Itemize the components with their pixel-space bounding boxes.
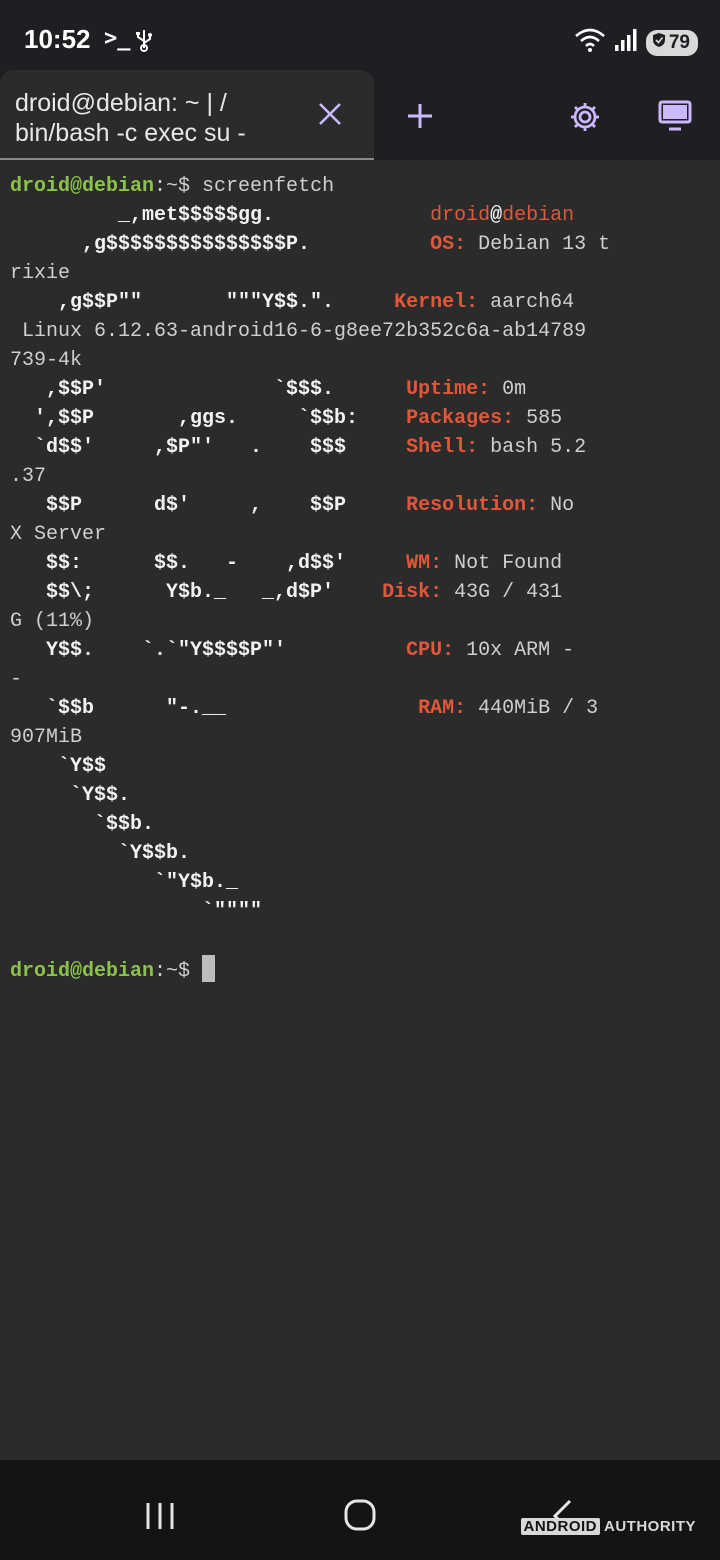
info-label: OS: [430, 233, 467, 256]
info-label: RAM: [418, 697, 467, 720]
status-time: 10:52 [24, 24, 91, 54]
prompt-user: droid@debian [10, 960, 155, 983]
info-wrap: .37 [10, 465, 47, 488]
info-value: aarch64 [478, 291, 575, 314]
info-value: 10x ARM - [454, 639, 575, 662]
terminal-notification-icon: >_ [104, 26, 131, 51]
battery-level: 79 [668, 31, 690, 53]
info-value: No [538, 494, 575, 517]
battery-indicator: 79 [645, 29, 698, 56]
info-label: WM: [406, 552, 443, 575]
recents-icon[interactable] [144, 1500, 176, 1537]
logo-line: `$$b. [10, 813, 155, 836]
logo-line: `$$b "-.__ [10, 697, 227, 720]
terminal-view[interactable]: droid@debian:~$ screenfetch _,met$$$$$gg… [0, 160, 720, 1460]
info-label: Disk: [382, 581, 443, 604]
info-value: Not Found [442, 552, 563, 575]
logo-line: $$P d$' , $$P [10, 494, 347, 517]
logo-line: $$\; Y$b._ _,d$P' [10, 581, 335, 604]
prompt-path: :~$ [154, 960, 203, 983]
info-label: Resolution: [406, 494, 539, 517]
logo-line: `Y$$b. [10, 842, 191, 865]
info-value: 585 [514, 407, 563, 430]
info-wrap: rixie [10, 262, 71, 285]
logo-line: $$: $$. - ,d$$' [10, 552, 347, 575]
logo-line: `Y$$. [10, 784, 131, 807]
info-label: Shell: [406, 436, 479, 459]
close-icon[interactable] [316, 100, 344, 128]
wifi-icon [574, 28, 606, 57]
info-wrap: - [10, 668, 23, 691]
info-label: Uptime: [406, 378, 491, 401]
prompt-user: droid@debian [10, 175, 155, 198]
terminal-output: droid@debian:~$ screenfetch _,met$$$$$gg… [10, 172, 710, 986]
info-value: 0m [490, 378, 527, 401]
logo-line: ,$$P' `$$$. [10, 378, 335, 401]
info-label: Packages: [406, 407, 515, 430]
info-at: @ [490, 204, 503, 227]
logo-line: ,g$$P"" """Y$$.". [10, 291, 335, 314]
shield-icon [652, 32, 666, 54]
info-host: debian [502, 204, 575, 227]
info-value: 440MiB / 3 [466, 697, 599, 720]
text-cursor[interactable] [202, 955, 216, 982]
info-label: CPU: [406, 639, 455, 662]
watermark-text: AUTHORITY [604, 1518, 696, 1535]
monitor-icon[interactable] [658, 100, 692, 132]
info-wrap: X Server [10, 523, 107, 546]
logo-line: Y$$. `.`"Y$$$$P"' [10, 639, 287, 662]
signal-icon [614, 28, 638, 57]
logo-line: ',$$P ,ggs. `$$b: [10, 407, 359, 430]
watermark-logo: ANDROID AUTHORITY [520, 1518, 697, 1535]
info-wrap: G (11%) [10, 610, 95, 633]
logo-line: `"""" [10, 900, 263, 923]
usb-icon [134, 28, 154, 57]
info-wrap: Linux 6.12.63-android16-6-g8ee72b352c6a-… [10, 320, 587, 372]
navigation-bar: ANDROID AUTHORITY [0, 1460, 720, 1560]
info-wrap: 907MiB [10, 726, 83, 749]
prompt-path: :~$ [154, 175, 203, 198]
info-label: Kernel: [394, 291, 479, 314]
info-value: 43G / 431 [442, 581, 563, 604]
logo-line: _,met$$$$$gg. [10, 204, 275, 227]
gear-icon[interactable] [568, 100, 600, 132]
logo-line: `d$$' ,$P"' . $$$ [10, 436, 347, 459]
terminal-tab[interactable]: droid@debian: ~ | / bin/bash -c exec su … [0, 70, 374, 160]
home-icon[interactable] [343, 1498, 377, 1537]
logo-line: ,g$$$$$$$$$$$$$$$P. [10, 233, 311, 256]
logo-line: `"Y$b._ [10, 871, 239, 894]
info-value: Debian 13 t [466, 233, 611, 256]
watermark-box: ANDROID [520, 1518, 600, 1535]
info-user: droid [430, 204, 491, 227]
status-bar: 10:52 >_ 79 [0, 0, 720, 70]
info-value: bash 5.2 [478, 436, 587, 459]
tab-title: droid@debian: ~ | / bin/bash -c exec su … [15, 89, 246, 147]
logo-line: `Y$$ [10, 755, 107, 778]
plus-icon[interactable] [404, 100, 436, 132]
command-text: screenfetch [202, 175, 335, 198]
tab-bar: droid@debian: ~ | / bin/bash -c exec su … [0, 70, 720, 160]
